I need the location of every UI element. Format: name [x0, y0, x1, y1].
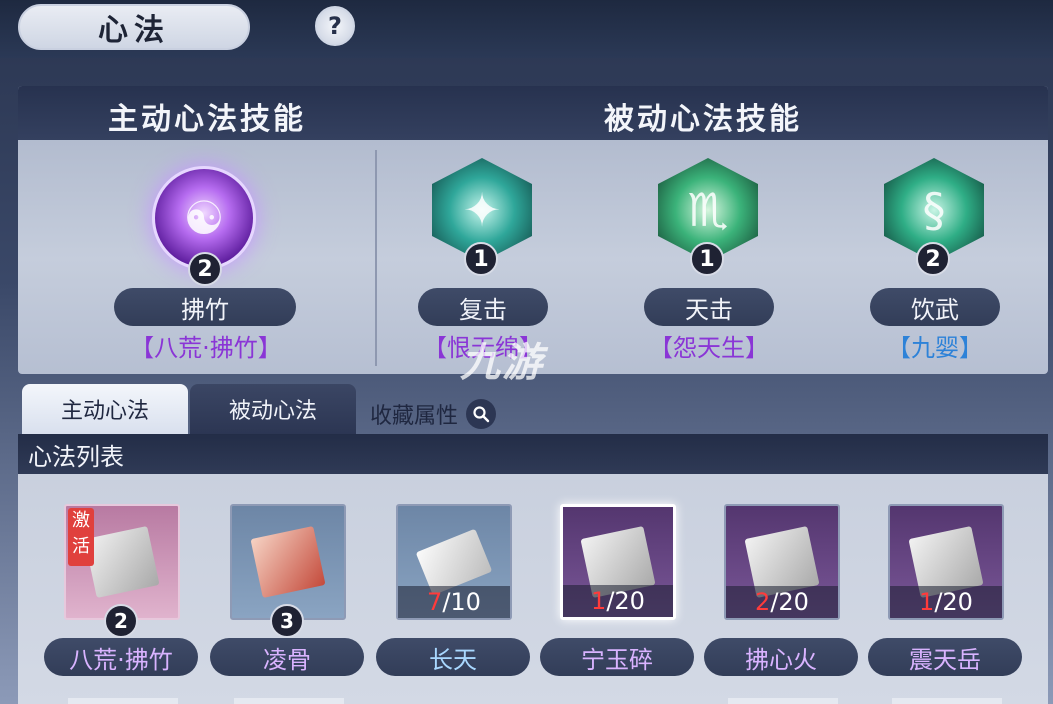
- active-skills-heading: 主动心法技能: [108, 102, 306, 137]
- xinfa-card-zhentianyue[interactable]: 1/20: [888, 504, 1004, 620]
- activated-tag: 激活: [68, 508, 94, 566]
- next-row-card-edge: [234, 698, 344, 704]
- top-bar: 心法 ?: [0, 0, 1053, 58]
- help-button[interactable]: ?: [315, 6, 355, 46]
- skill-source: 【九婴】: [887, 334, 983, 362]
- xinfa-card-changtian[interactable]: 7/10: [396, 504, 512, 620]
- list-heading: 心法列表: [18, 434, 1048, 474]
- fragment-progress: 1/20: [563, 585, 673, 617]
- xinfa-card-linggu[interactable]: [230, 504, 346, 620]
- xinfa-name: 八荒·拂竹: [44, 638, 198, 676]
- skill-level-badge: 2: [916, 242, 950, 276]
- xinfa-name: 宁玉碎: [540, 638, 694, 676]
- tab-active-xinfa[interactable]: 主动心法: [22, 384, 188, 434]
- xinfa-level-badge: 3: [270, 604, 304, 638]
- active-skill-slot[interactable]: ☯ 2 拂竹 【八荒·拂竹】: [114, 142, 296, 362]
- passive-skill-slot-3[interactable]: § 2 饮武 【九婴】: [870, 142, 1050, 362]
- passive-skills-heading: 被动心法技能: [604, 102, 802, 137]
- skill-name: 天击: [644, 288, 774, 326]
- passive-skill-slot-1[interactable]: ✦ 1 复击 【恨无绵】: [418, 142, 598, 362]
- next-row-card-edge: [728, 698, 838, 704]
- fragment-progress: 1/20: [890, 586, 1002, 618]
- open-book-icon: [250, 526, 326, 598]
- xinfa-name: 拂心火: [704, 638, 858, 676]
- fragment-progress: 2/20: [726, 586, 838, 618]
- xinfa-card-bahuang-fuzhu[interactable]: 激活: [64, 504, 180, 620]
- book-icon: [84, 526, 160, 598]
- skill-source: 【八荒·拂竹】: [130, 334, 282, 362]
- skill-name: 复击: [418, 288, 548, 326]
- passive-skill-slot-2[interactable]: ♏ 1 天击 【怨天生】: [644, 142, 824, 362]
- skill-name: 饮武: [870, 288, 1000, 326]
- skill-level-badge: 2: [188, 252, 222, 286]
- xinfa-card-ningyusui[interactable]: 1/20: [560, 504, 676, 620]
- tab-passive-xinfa[interactable]: 被动心法: [190, 384, 356, 434]
- xinfa-name: 凌骨: [210, 638, 364, 676]
- tab-favorite-attributes[interactable]: 收藏属性: [370, 394, 497, 434]
- watermark-logo: 九游: [460, 340, 544, 386]
- active-skill-icon-wrap: ☯: [152, 166, 256, 270]
- skills-header: 主动心法技能 被动心法技能: [18, 86, 1048, 140]
- xinfa-card-fuxinhuo[interactable]: 2/20: [724, 504, 840, 620]
- fragment-progress: 7/10: [398, 586, 510, 618]
- skill-level-badge: 1: [464, 242, 498, 276]
- next-row-card-edge: [892, 698, 1002, 704]
- skill-level-badge: 1: [690, 242, 724, 276]
- xinfa-name: 震天岳: [868, 638, 1022, 676]
- xinfa-level-badge: 2: [104, 604, 138, 638]
- xinfa-name: 长天: [376, 638, 530, 676]
- tab-favorite-label: 收藏属性: [370, 404, 459, 429]
- skill-name: 拂竹: [114, 288, 296, 326]
- page-title: 心法: [18, 4, 250, 50]
- next-row-card-edge: [68, 698, 178, 704]
- skill-source: 【怨天生】: [649, 334, 769, 362]
- skills-divider: [375, 150, 377, 366]
- xinfa-list: 激活 2 八荒·拂竹 3 凌骨 7/10 长天 1/20 宁玉碎 2/20 拂心…: [18, 474, 1048, 704]
- search-icon[interactable]: [466, 399, 497, 429]
